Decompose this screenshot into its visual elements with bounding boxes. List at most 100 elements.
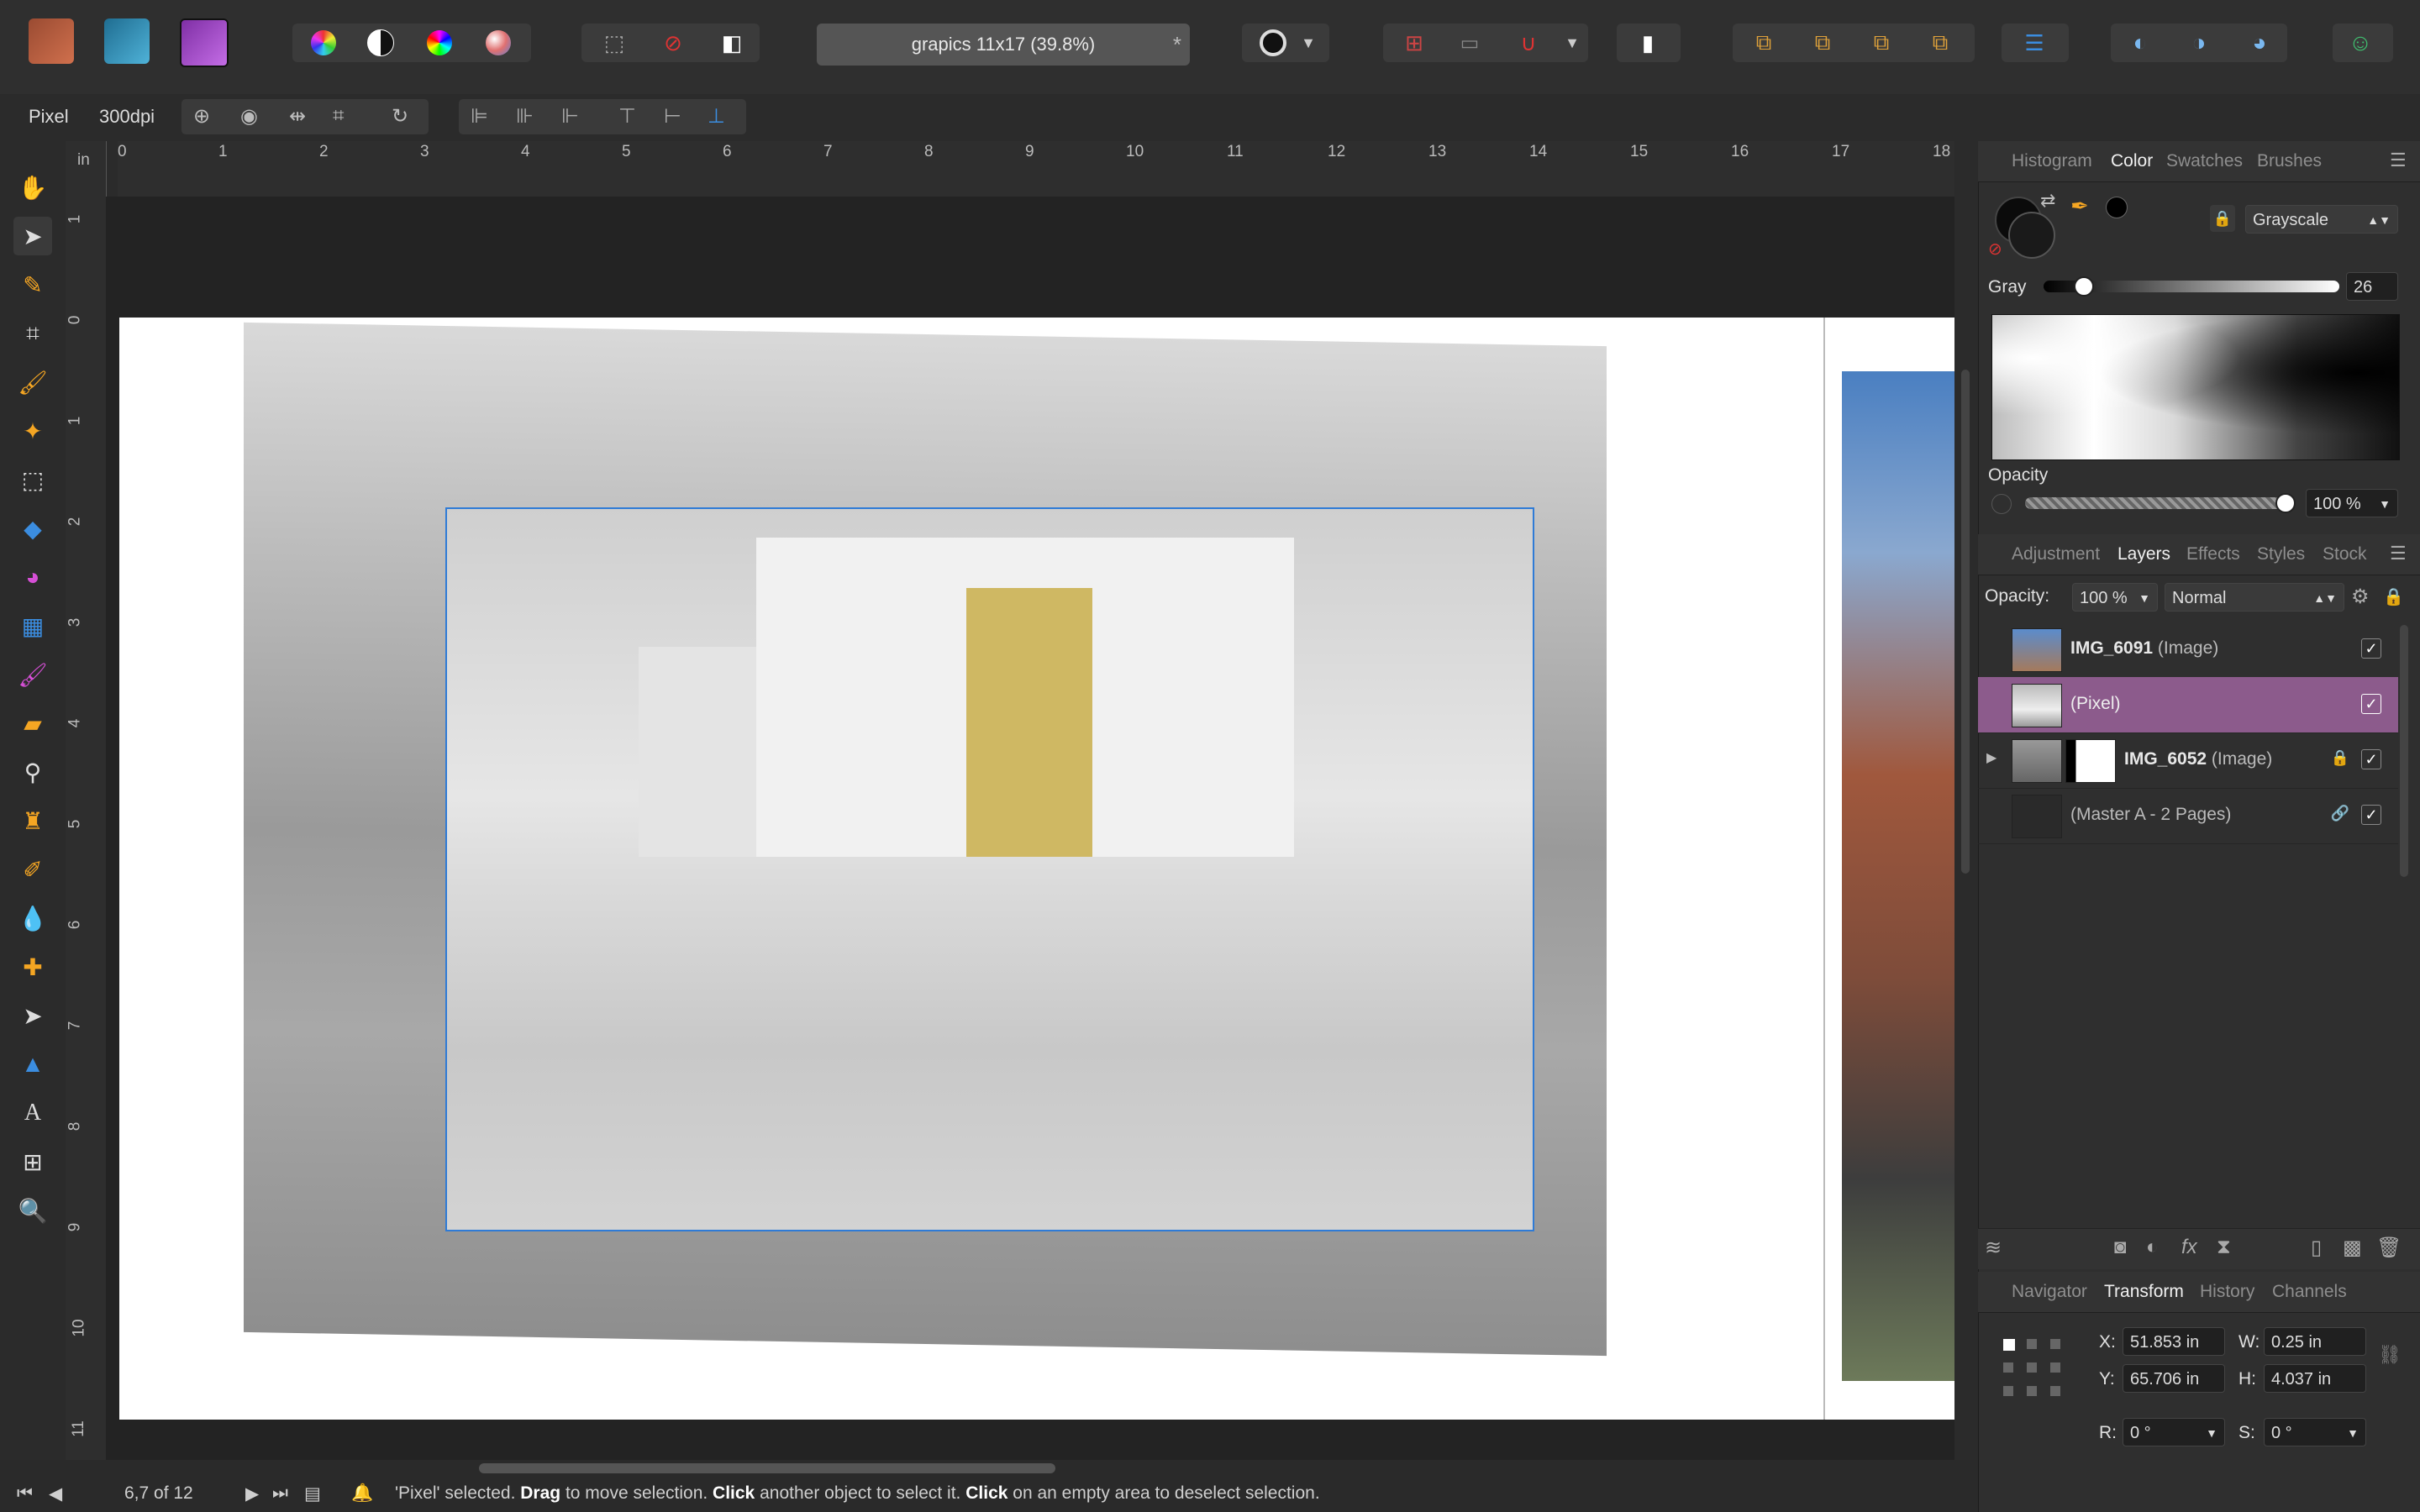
layer-opacity-field[interactable]: 100 % ▼ (2072, 583, 2158, 612)
vertical-scrollbar[interactable] (1961, 370, 1970, 874)
layers-panel-menu-icon[interactable]: ☰ (2390, 543, 2407, 564)
node-tool-icon[interactable]: ➤ (13, 996, 52, 1035)
invert-selection-icon[interactable]: ◧ (709, 24, 755, 62)
align-bottom-icon[interactable]: ⊥ (708, 104, 725, 129)
align-right-icon[interactable]: ⊩ (561, 104, 579, 129)
pencil-tool-icon[interactable]: ✎ (13, 265, 52, 304)
s-field[interactable]: 0 ° ▼ (2264, 1418, 2366, 1446)
anchor-point-selector[interactable] (2003, 1339, 2062, 1398)
w-field[interactable]: 0.25 in (2264, 1327, 2366, 1356)
align-top-icon[interactable]: ⊤ (618, 104, 636, 129)
move-tool-icon[interactable]: ➤ (13, 217, 52, 255)
tab-color[interactable]: Color (2111, 151, 2153, 171)
layer-visibility-checkbox[interactable]: ✓ (2361, 694, 2381, 714)
link-aspect-icon[interactable]: ⛓ (2378, 1344, 2402, 1366)
contrast-icon[interactable] (358, 24, 403, 62)
layer-row-pixel[interactable]: (Pixel) ✓ (1978, 677, 2398, 733)
layer-locked-icon[interactable]: 🔒 (2331, 749, 2349, 767)
pressure-icon[interactable]: ▮ (1625, 24, 1670, 62)
pattern-tool-icon[interactable]: ▦ (13, 606, 52, 645)
gear-icon[interactable]: ⚙ (2351, 585, 2370, 609)
tab-swatches[interactable]: Swatches (2166, 151, 2243, 171)
flip-horizontal-icon[interactable]: ⇹ (289, 104, 306, 129)
layer-mask-thumbnail[interactable] (2065, 739, 2116, 783)
move-to-back-icon[interactable]: ⧉ (1741, 24, 1786, 62)
tab-channels[interactable]: Channels (2272, 1282, 2347, 1302)
add-layer-icon[interactable]: ▯ (2311, 1236, 2322, 1260)
panel-menu-icon[interactable]: ☰ (2390, 150, 2407, 171)
transform-crop-icon[interactable]: ⌗ (333, 104, 345, 128)
sphere-icon[interactable] (476, 24, 521, 62)
tab-histogram[interactable]: Histogram (2012, 151, 2092, 171)
color-wheel-icon[interactable] (417, 24, 462, 62)
align-icon[interactable]: ☰ (2012, 24, 2057, 62)
no-fill-icon[interactable]: ⊘ (1988, 239, 2002, 260)
transform-origin-icon[interactable]: ⊕ (193, 104, 210, 129)
brush-tool-icon[interactable]: 🖌 (13, 655, 52, 694)
clone-stamp-icon[interactable]: ♜ (13, 801, 52, 840)
text-tool-icon[interactable]: A (13, 1094, 52, 1132)
r-field[interactable]: 0 ° ▼ (2123, 1418, 2225, 1446)
lock-icon[interactable]: 🔒 (2210, 205, 2235, 232)
hand-tool-icon[interactable]: ✋ (13, 168, 52, 207)
x-field[interactable]: 51.853 in (2123, 1327, 2225, 1356)
expand-triangle-icon[interactable]: ▶ (1986, 749, 1996, 766)
rotate-icon[interactable]: ↻ (392, 104, 408, 129)
publisher-persona-icon[interactable] (104, 18, 150, 64)
healing-brush-icon[interactable]: ✐ (13, 850, 52, 889)
layers-scrollbar[interactable] (2400, 625, 2408, 877)
grid-snap-icon[interactable]: ⊞ (1392, 24, 1437, 62)
zoom-tool-icon[interactable]: 🔍 (13, 1191, 52, 1230)
shape-tool-icon[interactable]: ▲ (13, 1045, 52, 1084)
tab-history[interactable]: History (2200, 1282, 2254, 1302)
tab-effects[interactable]: Effects (2186, 544, 2240, 564)
show-selection-icon[interactable]: ◉ (240, 104, 258, 129)
tab-transform[interactable]: Transform (2104, 1282, 2184, 1302)
blur-tool-icon[interactable]: 💧 (13, 899, 52, 937)
opacity-slider-knob[interactable] (2275, 493, 2296, 513)
designer-persona-icon[interactable] (29, 18, 74, 64)
layer-lock-icon[interactable]: 🔒 (2383, 586, 2404, 607)
deselect-icon[interactable]: ⊘ (650, 24, 696, 62)
color-picker-icon[interactable]: ◕ (13, 558, 52, 596)
tab-brushes[interactable]: Brushes (2257, 151, 2322, 171)
gray-slider-knob[interactable] (2073, 276, 2094, 297)
tab-styles[interactable]: Styles (2257, 544, 2305, 564)
dodge-tool-icon[interactable]: ⚲ (13, 753, 52, 791)
horizontal-scrollbar[interactable] (479, 1463, 1055, 1473)
photo-persona-icon[interactable] (180, 18, 229, 67)
subtract-geometry-icon[interactable]: ◑ (2176, 24, 2222, 62)
layer-visibility-checkbox[interactable]: ✓ (2361, 638, 2381, 659)
pages-panel-icon[interactable]: ▤ (304, 1483, 321, 1504)
tab-layers[interactable]: Layers (2118, 544, 2170, 564)
paint-brush-tool-icon[interactable]: 🖌 (13, 363, 52, 402)
flood-fill-icon[interactable]: ◆ (13, 509, 52, 548)
opacity-slider[interactable] (2025, 493, 2296, 513)
tab-navigator[interactable]: Navigator (2012, 1282, 2087, 1302)
delete-layer-icon[interactable]: 🗑 (2376, 1236, 2402, 1260)
mask-layer-icon[interactable]: ◙ (2114, 1236, 2127, 1259)
next-page-icon[interactable]: ▶ (245, 1483, 259, 1504)
gray-value-field[interactable]: 26 (2346, 272, 2398, 301)
y-field[interactable]: 65.706 in (2123, 1364, 2225, 1393)
quick-mask-icon[interactable] (1250, 24, 1296, 62)
arrange-icon[interactable]: ▭ (1447, 24, 1492, 62)
notification-bell-icon[interactable]: 🔔 (351, 1483, 373, 1504)
tab-adjustment[interactable]: Adjustment (2012, 544, 2100, 564)
align-middle-icon[interactable]: ⊢ (664, 104, 681, 129)
layer-row-img-6091[interactable]: IMG_6091 (Image) ✓ (1978, 622, 2398, 678)
align-center-icon[interactable]: ⊪ (516, 104, 534, 129)
layers-stack-icon[interactable]: ≋ (1985, 1236, 2002, 1260)
snapping-options-chevron-icon[interactable]: ▼ (1560, 24, 1585, 62)
secondary-color-swatch[interactable] (2008, 212, 2055, 259)
swap-colors-icon[interactable]: ⇄ (2040, 190, 2055, 212)
vertical-ruler[interactable] (66, 141, 107, 1460)
link-icon[interactable]: 🔗 (2331, 805, 2349, 822)
live-filter-icon[interactable]: ⧗ (2217, 1236, 2231, 1259)
eraser-tool-icon[interactable]: ▰ (13, 704, 52, 743)
adjustment-layer-icon[interactable]: ◐ (2146, 1236, 2159, 1259)
layer-row-master[interactable]: (Master A - 2 Pages) 🔗 ✓ (1978, 788, 2398, 844)
fx-icon[interactable]: fx (2181, 1236, 2197, 1259)
rgb-wheel-icon[interactable] (301, 24, 346, 62)
opacity-value-field[interactable]: 100 % ▼ (2306, 489, 2398, 517)
